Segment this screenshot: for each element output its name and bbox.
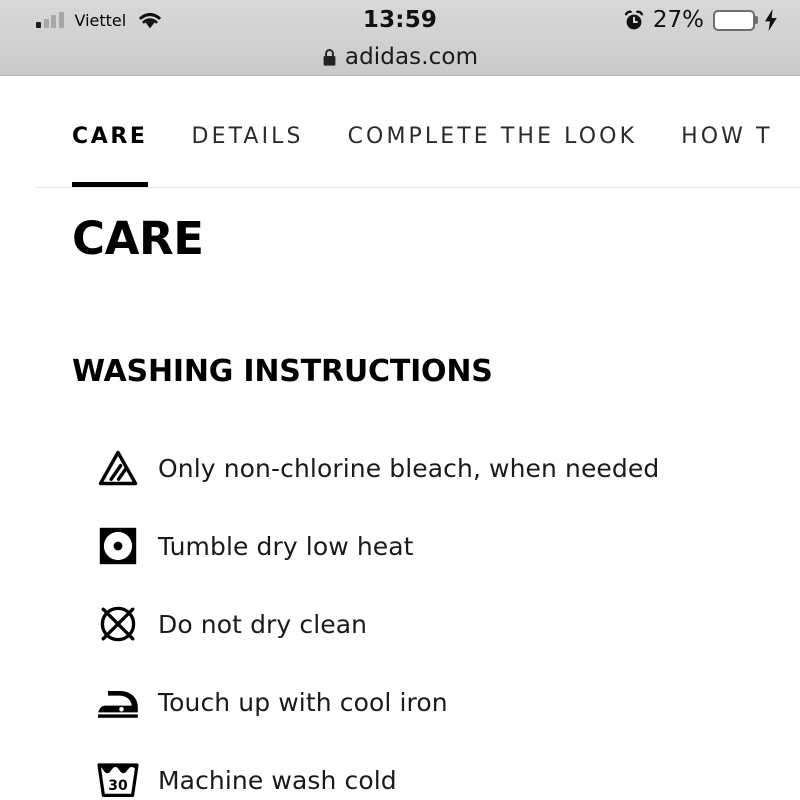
tab-care[interactable]: CARE: [72, 76, 148, 187]
lightning-bolt-icon: [764, 9, 778, 31]
tab-label: CARE: [72, 124, 148, 149]
care-instruction-row: Do not dry clean: [72, 585, 800, 663]
battery-percent-label: 27%: [652, 7, 704, 33]
tab-bar-divider: [36, 187, 800, 188]
care-instruction-row: Tumble dry low heat: [72, 507, 800, 585]
tab-complete-the-look[interactable]: COMPLETE THE LOOK: [348, 76, 638, 149]
care-instructions-list: Only non-chlorine bleach, when needed Tum…: [72, 429, 800, 800]
care-instruction-row: Only non-chlorine bleach, when needed: [72, 429, 800, 507]
care-instruction-label: Touch up with cool iron: [158, 687, 448, 717]
browser-chrome: Viettel 13:59 27% adidas.com: [0, 0, 800, 76]
status-bar: Viettel 13:59 27%: [0, 0, 800, 40]
url-bar[interactable]: adidas.com: [0, 40, 800, 74]
care-instruction-label: Only non-chlorine bleach, when needed: [158, 453, 660, 483]
do-not-dry-clean-icon: [90, 603, 146, 645]
tab-bar: CARE DETAILS COMPLETE THE LOOK HOW T: [0, 76, 800, 188]
battery-icon: [713, 9, 758, 31]
tumble-dry-low-heat-icon: [90, 526, 146, 566]
section-title: WASHING INSTRUCTIONS: [72, 354, 493, 389]
svg-text:30: 30: [108, 778, 128, 794]
tab-label: HOW T: [681, 124, 773, 149]
tab-list: CARE DETAILS COMPLETE THE LOOK HOW T: [72, 76, 800, 187]
tab-label: DETAILS: [191, 124, 304, 149]
url-text: adidas.com: [344, 44, 479, 70]
care-instruction-row: Touch up with cool iron: [72, 663, 800, 741]
tab-label: COMPLETE THE LOOK: [347, 124, 638, 149]
clock-label: 13:59: [362, 7, 438, 33]
care-instruction-label: Do not dry clean: [158, 609, 368, 639]
lock-icon: [322, 48, 337, 67]
bleach-triangle-icon: [90, 450, 146, 486]
tab-details[interactable]: DETAILS: [192, 76, 304, 149]
machine-wash-30-icon: 30: [90, 761, 146, 799]
main-content: CARE WASHING INSTRUCTIONS Only non-chlor…: [0, 216, 800, 800]
alarm-clock-icon: [624, 10, 644, 31]
care-instruction-label: Tumble dry low heat: [158, 531, 414, 561]
tab-how-t[interactable]: HOW T: [681, 76, 773, 149]
status-bar-right: 27%: [624, 0, 778, 40]
care-instruction-row: 30 Machine wash cold: [72, 741, 800, 800]
iron-cool-icon: [90, 685, 146, 719]
page-title: CARE: [72, 212, 204, 265]
care-instruction-label: Machine wash cold: [158, 765, 397, 795]
